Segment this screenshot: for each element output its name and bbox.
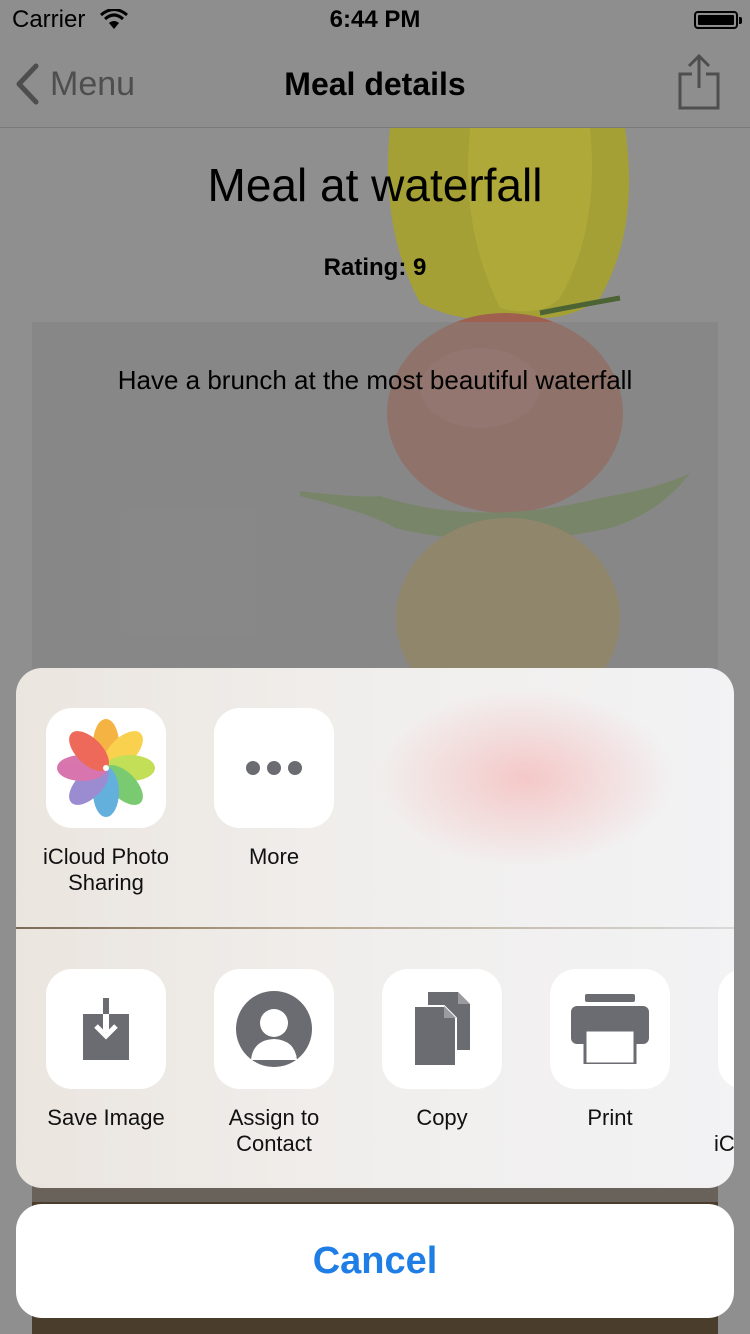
- more-icon: [246, 761, 302, 775]
- share-label: Print: [587, 1105, 633, 1130]
- contact-icon: [236, 991, 312, 1067]
- copy-icon: [414, 992, 470, 1066]
- share-app-more[interactable]: More: [198, 708, 350, 870]
- meal-title: Meal at waterfall: [207, 159, 543, 211]
- battery-icon: [694, 11, 742, 29]
- status-bar: Carrier 6:44 PM: [0, 0, 750, 40]
- partial-icon: [718, 969, 734, 1089]
- share-label: iC: [714, 1131, 734, 1156]
- action-print[interactable]: Print: [534, 969, 686, 1131]
- share-label: iCloud Photo Sharing: [43, 844, 169, 895]
- share-label: Assign to Contact: [228, 1105, 320, 1156]
- cancel-button[interactable]: Cancel: [16, 1204, 734, 1318]
- print-icon: [571, 994, 649, 1064]
- share-label: More: [248, 844, 300, 869]
- share-label: Save Image: [47, 1105, 165, 1130]
- share-app-icloud-photo-sharing[interactable]: iCloud Photo Sharing: [30, 708, 182, 896]
- save-image-icon: [83, 998, 129, 1060]
- meal-rating: Rating: 9: [323, 254, 427, 281]
- meal-description: Have a brunch at the most beautiful wate…: [117, 365, 633, 395]
- divider: [16, 927, 734, 929]
- action-assign-to-contact[interactable]: Assign to Contact: [198, 969, 350, 1157]
- navigation-bar: Menu Meal details: [0, 40, 750, 128]
- action-copy[interactable]: Copy: [366, 969, 518, 1131]
- photos-icon: [57, 719, 155, 817]
- share-label: Copy: [416, 1105, 468, 1130]
- action-save-image[interactable]: Save Image: [30, 969, 182, 1131]
- nav-title: Meal details: [284, 66, 466, 102]
- share-icon[interactable]: [678, 54, 720, 110]
- action-partial-icloud[interactable]: iC: [702, 969, 734, 1157]
- share-sheet: iCloud Photo Sharing More Save Image Ass…: [16, 668, 734, 1188]
- status-time: 6:44 PM: [329, 6, 421, 33]
